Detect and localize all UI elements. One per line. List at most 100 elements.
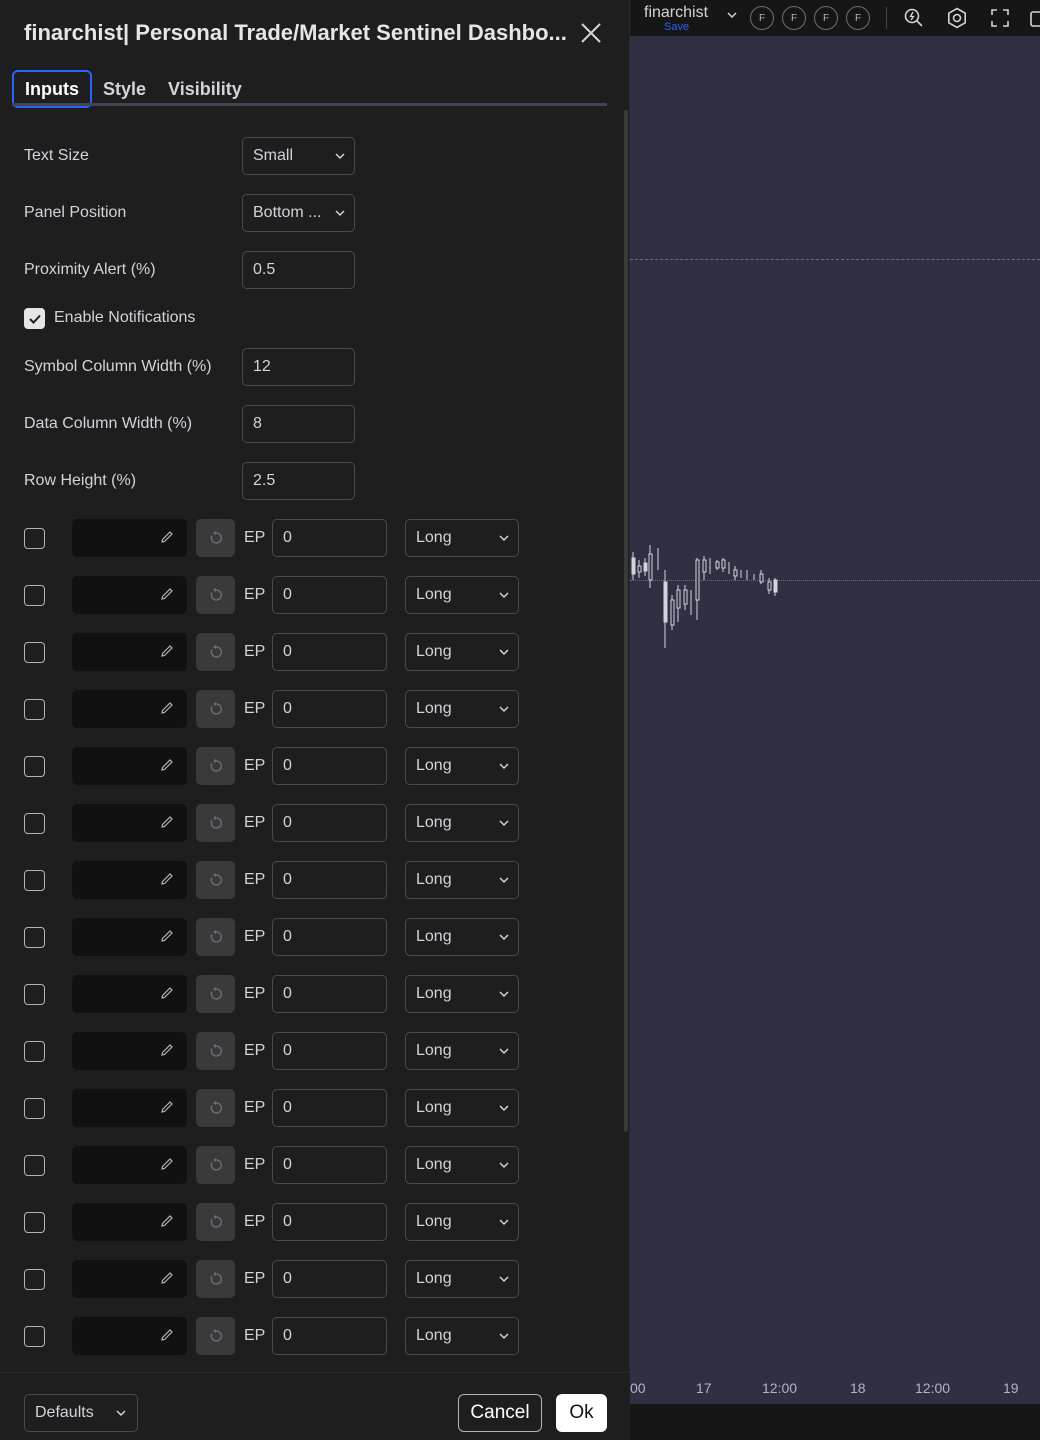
- side-select[interactable]: Long: [405, 1089, 519, 1127]
- symbol-field[interactable]: [72, 519, 187, 557]
- reset-button[interactable]: [196, 861, 235, 899]
- settings-icon[interactable]: [945, 6, 969, 30]
- time-axis[interactable]: 00 17 12:00 18 12:00 19: [630, 1372, 1040, 1404]
- entry-price-input[interactable]: 0: [272, 576, 387, 614]
- symbol-field[interactable]: [72, 690, 187, 728]
- pencil-icon[interactable]: [159, 757, 175, 773]
- pencil-icon[interactable]: [159, 871, 175, 887]
- pencil-icon[interactable]: [159, 1156, 175, 1172]
- row-height-input[interactable]: 2.5: [242, 462, 355, 500]
- symbol-field[interactable]: [72, 1203, 187, 1241]
- layout-name[interactable]: finarchist: [644, 4, 708, 22]
- fullscreen-icon[interactable]: [988, 6, 1012, 30]
- reset-button[interactable]: [196, 1146, 235, 1184]
- symbol-field[interactable]: [72, 1317, 187, 1355]
- reset-button[interactable]: [196, 975, 235, 1013]
- position-enable-checkbox[interactable]: [24, 756, 45, 777]
- entry-price-input[interactable]: 0: [272, 633, 387, 671]
- side-select[interactable]: Long: [405, 1032, 519, 1070]
- favorite-button[interactable]: F: [750, 6, 774, 30]
- pencil-icon[interactable]: [159, 1099, 175, 1115]
- side-select[interactable]: Long: [405, 1146, 519, 1184]
- side-select[interactable]: Long: [405, 519, 519, 557]
- reset-button[interactable]: [196, 747, 235, 785]
- favorite-button[interactable]: F: [814, 6, 838, 30]
- reset-button[interactable]: [196, 1203, 235, 1241]
- position-enable-checkbox[interactable]: [24, 642, 45, 663]
- side-select[interactable]: Long: [405, 861, 519, 899]
- position-enable-checkbox[interactable]: [24, 1041, 45, 1062]
- reset-button[interactable]: [196, 633, 235, 671]
- side-select[interactable]: Long: [405, 633, 519, 671]
- enable-notifications-checkbox[interactable]: [24, 308, 45, 329]
- reset-button[interactable]: [196, 918, 235, 956]
- pencil-icon[interactable]: [159, 586, 175, 602]
- pencil-icon[interactable]: [159, 928, 175, 944]
- entry-price-input[interactable]: 0: [272, 519, 387, 557]
- side-select[interactable]: Long: [405, 576, 519, 614]
- chevron-down-icon[interactable]: [726, 9, 738, 21]
- ok-button[interactable]: Ok: [556, 1394, 607, 1432]
- pencil-icon[interactable]: [159, 1270, 175, 1286]
- symbol-field[interactable]: [72, 804, 187, 842]
- side-select[interactable]: Long: [405, 918, 519, 956]
- defaults-dropdown[interactable]: Defaults: [24, 1394, 138, 1432]
- symbol-field[interactable]: [72, 1032, 187, 1070]
- favorite-button[interactable]: F: [846, 6, 870, 30]
- symbol-field[interactable]: [72, 1260, 187, 1298]
- reset-button[interactable]: [196, 1032, 235, 1070]
- symbol-field[interactable]: [72, 975, 187, 1013]
- entry-price-input[interactable]: 0: [272, 1203, 387, 1241]
- entry-price-input[interactable]: 0: [272, 1089, 387, 1127]
- position-enable-checkbox[interactable]: [24, 1098, 45, 1119]
- symbol-field[interactable]: [72, 633, 187, 671]
- reset-button[interactable]: [196, 1089, 235, 1127]
- entry-price-input[interactable]: 0: [272, 861, 387, 899]
- pencil-icon[interactable]: [159, 700, 175, 716]
- pencil-icon[interactable]: [159, 643, 175, 659]
- entry-price-input[interactable]: 0: [272, 975, 387, 1013]
- side-select[interactable]: Long: [405, 975, 519, 1013]
- proximity-alert-input[interactable]: 0.5: [242, 251, 355, 289]
- pencil-icon[interactable]: [159, 1042, 175, 1058]
- pencil-icon[interactable]: [159, 1327, 175, 1343]
- text-size-select[interactable]: Small: [242, 137, 355, 175]
- data-column-width-input[interactable]: 8: [242, 405, 355, 443]
- entry-price-input[interactable]: 0: [272, 918, 387, 956]
- enable-notifications-label[interactable]: Enable Notifications: [54, 309, 195, 327]
- reset-button[interactable]: [196, 804, 235, 842]
- position-enable-checkbox[interactable]: [24, 870, 45, 891]
- reset-button[interactable]: [196, 690, 235, 728]
- position-enable-checkbox[interactable]: [24, 1269, 45, 1290]
- side-select[interactable]: Long: [405, 1317, 519, 1355]
- reset-button[interactable]: [196, 519, 235, 557]
- side-select[interactable]: Long: [405, 1203, 519, 1241]
- entry-price-input[interactable]: 0: [272, 1317, 387, 1355]
- symbol-field[interactable]: [72, 861, 187, 899]
- entry-price-input[interactable]: 0: [272, 1146, 387, 1184]
- position-enable-checkbox[interactable]: [24, 699, 45, 720]
- side-select[interactable]: Long: [405, 804, 519, 842]
- side-select[interactable]: Long: [405, 1260, 519, 1298]
- symbol-field[interactable]: [72, 918, 187, 956]
- symbol-field[interactable]: [72, 747, 187, 785]
- reset-button[interactable]: [196, 576, 235, 614]
- side-select[interactable]: Long: [405, 747, 519, 785]
- symbol-field[interactable]: [72, 576, 187, 614]
- position-enable-checkbox[interactable]: [24, 1155, 45, 1176]
- entry-price-input[interactable]: 0: [272, 1032, 387, 1070]
- side-select[interactable]: Long: [405, 690, 519, 728]
- chart-pane[interactable]: finarchist Save F F F F 00 17 12:00 18 1…: [630, 0, 1040, 1440]
- save-link[interactable]: Save: [664, 21, 689, 33]
- entry-price-input[interactable]: 0: [272, 747, 387, 785]
- symbol-field[interactable]: [72, 1089, 187, 1127]
- entry-price-input[interactable]: 0: [272, 804, 387, 842]
- pencil-icon[interactable]: [159, 985, 175, 1001]
- position-enable-checkbox[interactable]: [24, 1212, 45, 1233]
- pencil-icon[interactable]: [159, 814, 175, 830]
- entry-price-input[interactable]: 0: [272, 690, 387, 728]
- snapshot-icon[interactable]: [1028, 6, 1040, 30]
- pencil-icon[interactable]: [159, 1213, 175, 1229]
- close-icon[interactable]: [578, 20, 604, 46]
- pencil-icon[interactable]: [159, 529, 175, 545]
